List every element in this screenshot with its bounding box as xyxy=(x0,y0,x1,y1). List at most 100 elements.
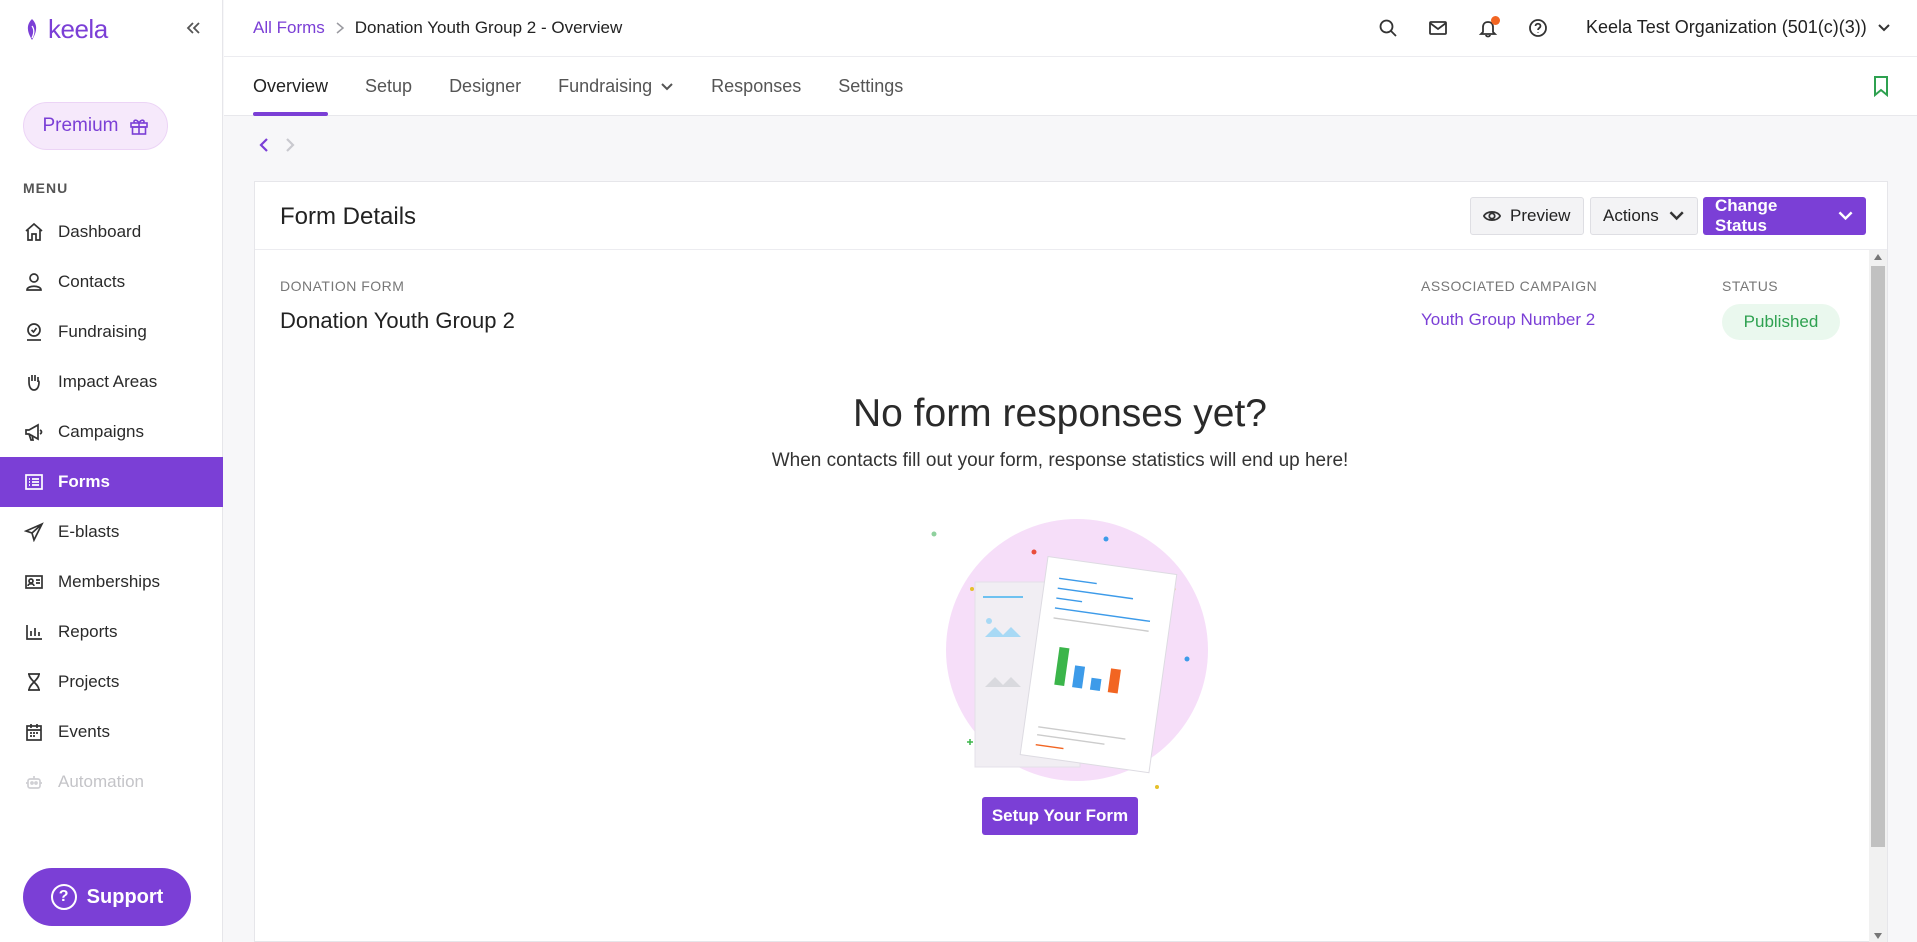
search-icon xyxy=(1379,19,1397,37)
campaign-label: ASSOCIATED CAMPAIGN xyxy=(1421,278,1598,294)
tab-designer[interactable]: Designer xyxy=(449,57,521,116)
envelope-icon xyxy=(1429,21,1447,35)
help-button[interactable] xyxy=(1526,16,1550,40)
preview-label: Preview xyxy=(1510,206,1571,225)
breadcrumb-all-forms-link[interactable]: All Forms xyxy=(253,18,325,38)
premium-button[interactable]: Premium xyxy=(23,102,168,150)
keela-logo[interactable]: keela xyxy=(22,14,108,45)
sidebar-item-dashboard[interactable]: Dashboard xyxy=(0,207,223,257)
id-card-icon xyxy=(25,575,43,589)
megaphone-icon xyxy=(25,423,43,441)
breadcrumb: All Forms Donation Youth Group 2 - Overv… xyxy=(253,18,622,38)
organization-name: Keela Test Organization (501(c)(3)) xyxy=(1586,17,1867,37)
support-button[interactable]: ? Support xyxy=(23,868,191,926)
form-tabs-bar: Overview Setup Designer Fundraising Resp… xyxy=(224,57,1917,116)
help-icon xyxy=(1529,19,1547,37)
sidebar-item-label: Campaigns xyxy=(58,422,144,441)
tab-label: Fundraising xyxy=(558,76,653,96)
top-header: All Forms Donation Youth Group 2 - Overv… xyxy=(224,0,1917,57)
bookmark-icon[interactable] xyxy=(1871,75,1891,97)
content-scrollbar[interactable] xyxy=(1869,250,1887,942)
tab-overview[interactable]: Overview xyxy=(253,57,329,116)
chevron-right-icon xyxy=(286,138,295,152)
search-button[interactable] xyxy=(1376,16,1400,40)
keela-logo-icon xyxy=(27,18,37,40)
tab-label: Responses xyxy=(711,76,802,96)
sidebar-item-label: Contacts xyxy=(58,272,126,291)
form-name: Donation Youth Group 2 xyxy=(280,308,515,333)
paper-plane-icon xyxy=(24,522,44,542)
setup-form-button[interactable]: Setup Your Form xyxy=(982,797,1138,835)
empty-state-title: No form responses yet? xyxy=(852,392,1267,435)
organization-selector[interactable]: Keela Test Organization (501(c)(3)) xyxy=(1586,17,1891,38)
eye-icon xyxy=(1483,211,1501,221)
sidebar-item-label: Dashboard xyxy=(58,222,142,241)
sidebar-item-reports[interactable]: Reports xyxy=(0,607,223,657)
list-icon xyxy=(25,474,43,490)
person-icon xyxy=(26,273,42,291)
sidebar-item-forms[interactable]: Forms xyxy=(0,457,223,507)
scroll-down-arrow-icon[interactable] xyxy=(1874,933,1882,939)
bar-chart-icon xyxy=(26,625,42,640)
breadcrumb-current: Donation Youth Group 2 - Overview xyxy=(354,18,623,37)
previous-record-button[interactable] xyxy=(256,135,272,155)
gift-icon xyxy=(129,119,148,135)
tab-responses[interactable]: Responses xyxy=(711,57,801,116)
sidebar-item-e-blasts[interactable]: E-blasts xyxy=(0,507,223,557)
sidebar-item-fundraising[interactable]: Fundraising xyxy=(0,307,223,357)
card-header: Form Details Preview Actions Change Stat… xyxy=(255,182,1887,250)
scrollbar-thumb[interactable] xyxy=(1871,266,1885,847)
help-circle-icon: ? xyxy=(50,884,77,910)
premium-label: Premium xyxy=(42,115,119,136)
sidebar-item-label: Forms xyxy=(58,472,110,491)
tab-setup[interactable]: Setup xyxy=(365,57,412,116)
notification-badge xyxy=(1491,16,1500,25)
actions-dropdown[interactable]: Actions xyxy=(1590,197,1698,235)
scroll-up-arrow-icon[interactable] xyxy=(1874,254,1882,260)
calendar-icon xyxy=(26,724,42,741)
donation-form-label: DONATION FORM xyxy=(280,278,405,294)
sidebar-item-projects[interactable]: Projects xyxy=(0,657,223,707)
tab-label: Settings xyxy=(838,76,904,96)
sidebar-item-contacts[interactable]: Contacts xyxy=(0,257,223,307)
actions-label: Actions xyxy=(1603,206,1659,225)
messages-button[interactable] xyxy=(1426,16,1450,40)
record-pager xyxy=(256,135,298,155)
tab-label: Designer xyxy=(449,76,522,96)
tab-settings[interactable]: Settings xyxy=(838,57,903,116)
sidebar-item-events[interactable]: Events xyxy=(0,707,223,757)
chevron-down-icon xyxy=(1878,23,1890,31)
hand-icon xyxy=(28,375,40,391)
sidebar-item-label: Reports xyxy=(58,622,118,641)
tab-fundraising[interactable]: Fundraising xyxy=(558,57,674,116)
sidebar-item-campaigns[interactable]: Campaigns xyxy=(0,407,223,457)
chevron-down-icon xyxy=(1838,211,1853,221)
sidebar-item-memberships[interactable]: Memberships xyxy=(0,557,223,607)
next-record-button[interactable] xyxy=(282,135,298,155)
card-title: Form Details xyxy=(280,203,417,230)
status-badge: Published xyxy=(1722,304,1840,340)
hourglass-icon xyxy=(28,673,40,691)
robot-icon xyxy=(26,776,42,789)
chevron-left-icon xyxy=(259,138,268,152)
empty-state-illustration xyxy=(931,519,1208,789)
campaign-section: ASSOCIATED CAMPAIGN Youth Group Number 2 xyxy=(1421,278,1597,330)
notifications-button[interactable] xyxy=(1476,16,1500,40)
sidebar-item-label: Projects xyxy=(58,672,120,691)
main-nav: Dashboard Contacts Fundraising Impact Ar… xyxy=(0,207,223,807)
status-label: STATUS xyxy=(1722,278,1779,294)
change-status-dropdown[interactable]: Change Status xyxy=(1703,196,1866,235)
sidebar-item-label: Impact Areas xyxy=(58,372,158,391)
sidebar-item-label: Fundraising xyxy=(58,322,147,341)
sidebar-item-automation[interactable]: Automation xyxy=(0,757,223,807)
empty-state-text: When contacts fill out your form, respon… xyxy=(771,450,1349,471)
preview-button[interactable]: Preview xyxy=(1470,197,1584,235)
sidebar-item-impact-areas[interactable]: Impact Areas xyxy=(0,357,223,407)
sidebar-item-label: Memberships xyxy=(58,572,161,591)
campaign-link[interactable]: Youth Group Number 2 xyxy=(1421,310,1597,330)
collapse-sidebar-button[interactable] xyxy=(181,16,205,40)
chevron-down-icon xyxy=(661,82,673,90)
sidebar-item-label: E-blasts xyxy=(58,522,120,541)
sidebar: keela Premium MENU Dashboard Contacts Fu… xyxy=(0,0,223,942)
chevron-down-icon xyxy=(1669,211,1684,221)
